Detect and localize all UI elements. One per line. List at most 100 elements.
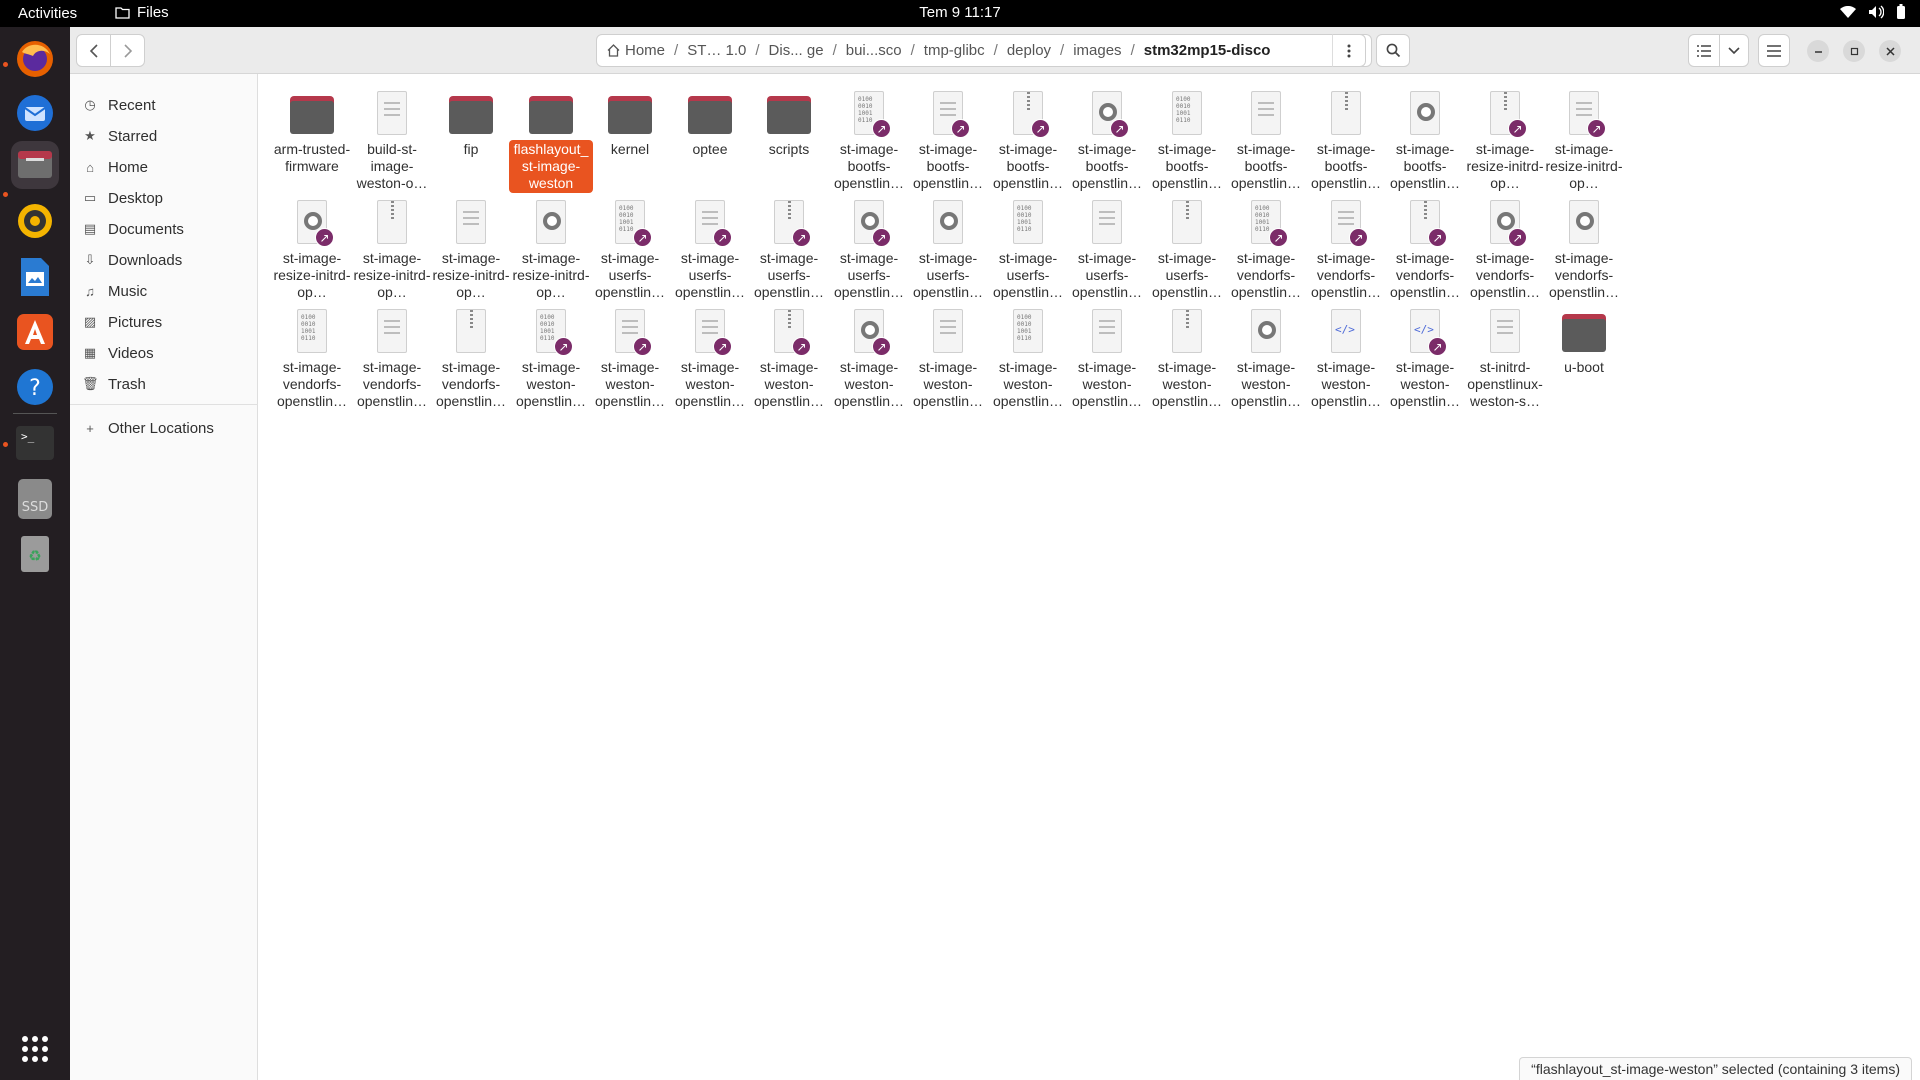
path-crumb-current[interactable]: stm32mp15-disco [1144, 42, 1271, 59]
writer-icon[interactable] [11, 253, 59, 301]
file-item[interactable]: ↗ st-image-bootfs-openstlin… [983, 90, 1073, 193]
rhythmbox-icon[interactable] [11, 197, 59, 245]
close-icon [1885, 46, 1895, 56]
path-crumb[interactable]: images [1073, 42, 1121, 59]
help-icon[interactable]: ? [11, 363, 59, 411]
path-crumb[interactable]: deploy [1007, 42, 1051, 59]
path-bar[interactable]: Home / ST… 1.0 / Dis... ge / bui...sco / tmp-gli… [596, 34, 1372, 67]
folder-item[interactable]: u-boot [1539, 308, 1629, 377]
file-label: st-image-userfs-openstlin… [992, 250, 1064, 300]
view-options-button[interactable] [1719, 34, 1749, 67]
file-item[interactable]: ↗ st-image-weston-openstlin… [824, 308, 914, 411]
folder-item[interactable]: kernel [585, 90, 675, 159]
file-item[interactable]: st-initrd-openstlinux-weston-s… [1460, 308, 1550, 411]
file-item[interactable]: st-image-bootfs-openstlin… [1221, 90, 1311, 193]
sidebar-item-trash[interactable]: 🗑 Trash [82, 369, 252, 399]
folder-item[interactable]: arm-trusted-firmware [267, 90, 357, 176]
view-list-button[interactable] [1688, 34, 1720, 67]
file-item[interactable]: ↗ st-image-userfs-openstlin… [665, 199, 755, 302]
search-button[interactable] [1376, 34, 1410, 67]
main-menu-button[interactable] [1758, 34, 1790, 67]
folder-item[interactable]: fip [426, 90, 516, 159]
sidebar-item-pictures[interactable]: ▨ Pictures [82, 307, 252, 337]
terminal-icon[interactable]: >_ [11, 419, 59, 467]
file-item[interactable]: 0100 0010 1001 0110 ↗ st-image-bootfs-openstl… [824, 90, 914, 193]
file-item[interactable]: 0100 0010 1001 0110 ↗ st-image-weston-openstl… [506, 308, 596, 411]
file-item[interactable]: ↗ st-image-bootfs-openstlin… [903, 90, 993, 193]
show-apps-icon[interactable] [11, 1025, 59, 1073]
trash-bin-icon[interactable]: ♻ [11, 530, 59, 578]
path-crumb[interactable]: bui...sco [846, 42, 902, 59]
file-item[interactable]: st-image-userfs-openstlin… [1142, 199, 1232, 302]
sidebar-item-downloads[interactable]: ⇩ Downloads [82, 245, 252, 275]
file-item[interactable]: </> ↗ st-image-weston-openstlin… [1380, 308, 1470, 411]
file-item[interactable]: st-image-bootfs-openstlin… [1380, 90, 1470, 193]
thunderbird-icon[interactable] [11, 89, 59, 137]
ssd-drive-icon[interactable]: SSD [11, 475, 59, 523]
path-crumb[interactable]: tmp-glibc [924, 42, 985, 59]
file-item[interactable]: st-image-bootfs-openstlin… [1301, 90, 1391, 193]
folder-item[interactable]: flashlayout_st-image-weston [506, 90, 596, 193]
forward-button[interactable] [110, 34, 145, 67]
sidebar-item-documents[interactable]: ▤ Documents [82, 214, 252, 244]
path-crumb[interactable]: Dis... ge [769, 42, 824, 59]
top-bar: Activities Files Tem 9 11:17 [0, 0, 1920, 27]
file-item[interactable]: ↗ st-image-resize-initrd-op… [1460, 90, 1550, 193]
file-item[interactable]: 0100 0010 1001 0110 ↗ st-image-vendorfs-opens… [1221, 199, 1311, 302]
file-item[interactable]: st-image-resize-initrd-op… [506, 199, 596, 302]
clock[interactable]: Tem 9 11:17 [0, 4, 1920, 21]
file-item[interactable]: ↗ st-image-vendorfs-openstlin… [1380, 199, 1470, 302]
sidebar-item-videos[interactable]: ▦ Videos [82, 338, 252, 368]
files-icon[interactable] [11, 141, 59, 189]
sidebar-item-home[interactable]: ⌂ Home [82, 152, 252, 182]
file-item[interactable]: ↗ st-image-userfs-openstlin… [744, 199, 834, 302]
sidebar-item-starred[interactable]: ★ Starred [82, 121, 252, 151]
file-item[interactable]: 0100 0010 1001 0110 st-image-vendorfs-openst… [267, 308, 357, 411]
file-item[interactable]: ↗ st-image-weston-openstlin… [585, 308, 675, 411]
file-item[interactable]: 0100 0010 1001 0110 st-image-userfs-openstli… [983, 199, 1073, 302]
file-item[interactable]: 0100 0010 1001 0110 ↗ st-image-userfs-openstl… [585, 199, 675, 302]
home-icon: ⌂ [86, 159, 94, 175]
file-item[interactable]: ↗ st-image-resize-initrd-op… [267, 199, 357, 302]
file-item[interactable]: ↗ st-image-bootfs-openstlin… [1062, 90, 1152, 193]
file-item[interactable]: build-st-image-weston-o… [347, 90, 437, 193]
folder-item[interactable]: scripts [744, 90, 834, 159]
file-item[interactable]: ↗ st-image-vendorfs-openstlin… [1460, 199, 1550, 302]
file-item[interactable]: st-image-resize-initrd-op… [347, 199, 437, 302]
file-item[interactable]: </> st-image-weston-openstlin… [1301, 308, 1391, 411]
sidebar-item-other-locations[interactable]: + Other Locations [82, 413, 252, 443]
file-item[interactable]: st-image-vendorfs-openstlin… [426, 308, 516, 411]
binary-file-icon: 0100 0010 1001 0110 [1004, 308, 1052, 356]
file-item[interactable]: ↗ st-image-vendorfs-openstlin… [1301, 199, 1391, 302]
file-item[interactable]: st-image-weston-openstlin… [1142, 308, 1232, 411]
system-tray[interactable] [1840, 4, 1906, 20]
file-item[interactable]: st-image-resize-initrd-op… [426, 199, 516, 302]
file-item[interactable]: 0100 0010 1001 0110 st-image-bootfs-openstli… [1142, 90, 1232, 193]
path-crumb[interactable]: Home [607, 42, 665, 59]
binary-file-icon: 0100 0010 1001 0110 [1163, 90, 1211, 138]
sidebar-item-music[interactable]: ♫ Music [82, 276, 252, 306]
path-menu-button[interactable] [1332, 34, 1366, 67]
file-item[interactable]: st-image-userfs-openstlin… [1062, 199, 1152, 302]
file-item[interactable]: ↗ st-image-weston-openstlin… [665, 308, 755, 411]
maximize-button[interactable] [1843, 40, 1865, 62]
minimize-button[interactable] [1807, 40, 1829, 62]
close-button[interactable] [1879, 40, 1901, 62]
sidebar-item-desktop[interactable]: ▭ Desktop [82, 183, 252, 213]
file-item[interactable]: ↗ st-image-weston-openstlin… [744, 308, 834, 411]
file-item[interactable]: ↗ st-image-userfs-openstlin… [824, 199, 914, 302]
app-center-icon[interactable] [11, 308, 59, 356]
sidebar-item-recent[interactable]: ◷ Recent [82, 90, 252, 120]
file-item[interactable]: st-image-weston-openstlin… [1221, 308, 1311, 411]
file-item[interactable]: 0100 0010 1001 0110 st-image-weston-openstli… [983, 308, 1073, 411]
file-item[interactable]: st-image-vendorfs-openstlin… [347, 308, 437, 411]
file-item[interactable]: st-image-weston-openstlin… [1062, 308, 1152, 411]
folder-item[interactable]: optee [665, 90, 755, 159]
firefox-icon[interactable] [11, 35, 59, 83]
back-button[interactable] [76, 34, 111, 67]
file-item[interactable]: st-image-weston-openstlin… [903, 308, 993, 411]
path-crumb[interactable]: ST… 1.0 [687, 42, 746, 59]
file-item[interactable]: st-image-userfs-openstlin… [903, 199, 993, 302]
file-item[interactable]: ↗ st-image-resize-initrd-op… [1539, 90, 1629, 193]
file-item[interactable]: st-image-vendorfs-openstlin… [1539, 199, 1629, 302]
